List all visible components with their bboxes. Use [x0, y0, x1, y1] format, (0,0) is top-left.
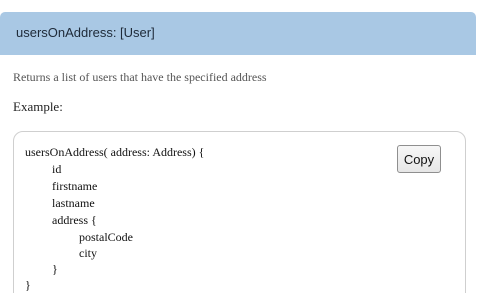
- query-signature-title: usersOnAddress: [User]: [16, 25, 155, 40]
- code-line-address-close: }: [52, 262, 58, 276]
- code-line-address-open: address {: [52, 213, 97, 227]
- query-description: Returns a list of users that have the sp…: [13, 70, 267, 84]
- code-line-query-close: }: [25, 278, 31, 292]
- code-line-firstname: firstname: [52, 179, 98, 193]
- example-label: Example:: [13, 99, 63, 114]
- code-line-query-open: usersOnAddress( address: Address) {: [25, 145, 205, 159]
- code-line-postalcode: postalCode: [79, 230, 133, 244]
- code-line-city: city: [79, 246, 97, 260]
- code-line-id: id: [52, 162, 62, 176]
- query-doc-page: usersOnAddress: [User] Returns a list of…: [0, 0, 478, 293]
- query-header-bar: usersOnAddress: [User]: [0, 12, 476, 55]
- code-line-lastname: lastname: [52, 196, 95, 210]
- copy-button[interactable]: Copy: [397, 145, 441, 173]
